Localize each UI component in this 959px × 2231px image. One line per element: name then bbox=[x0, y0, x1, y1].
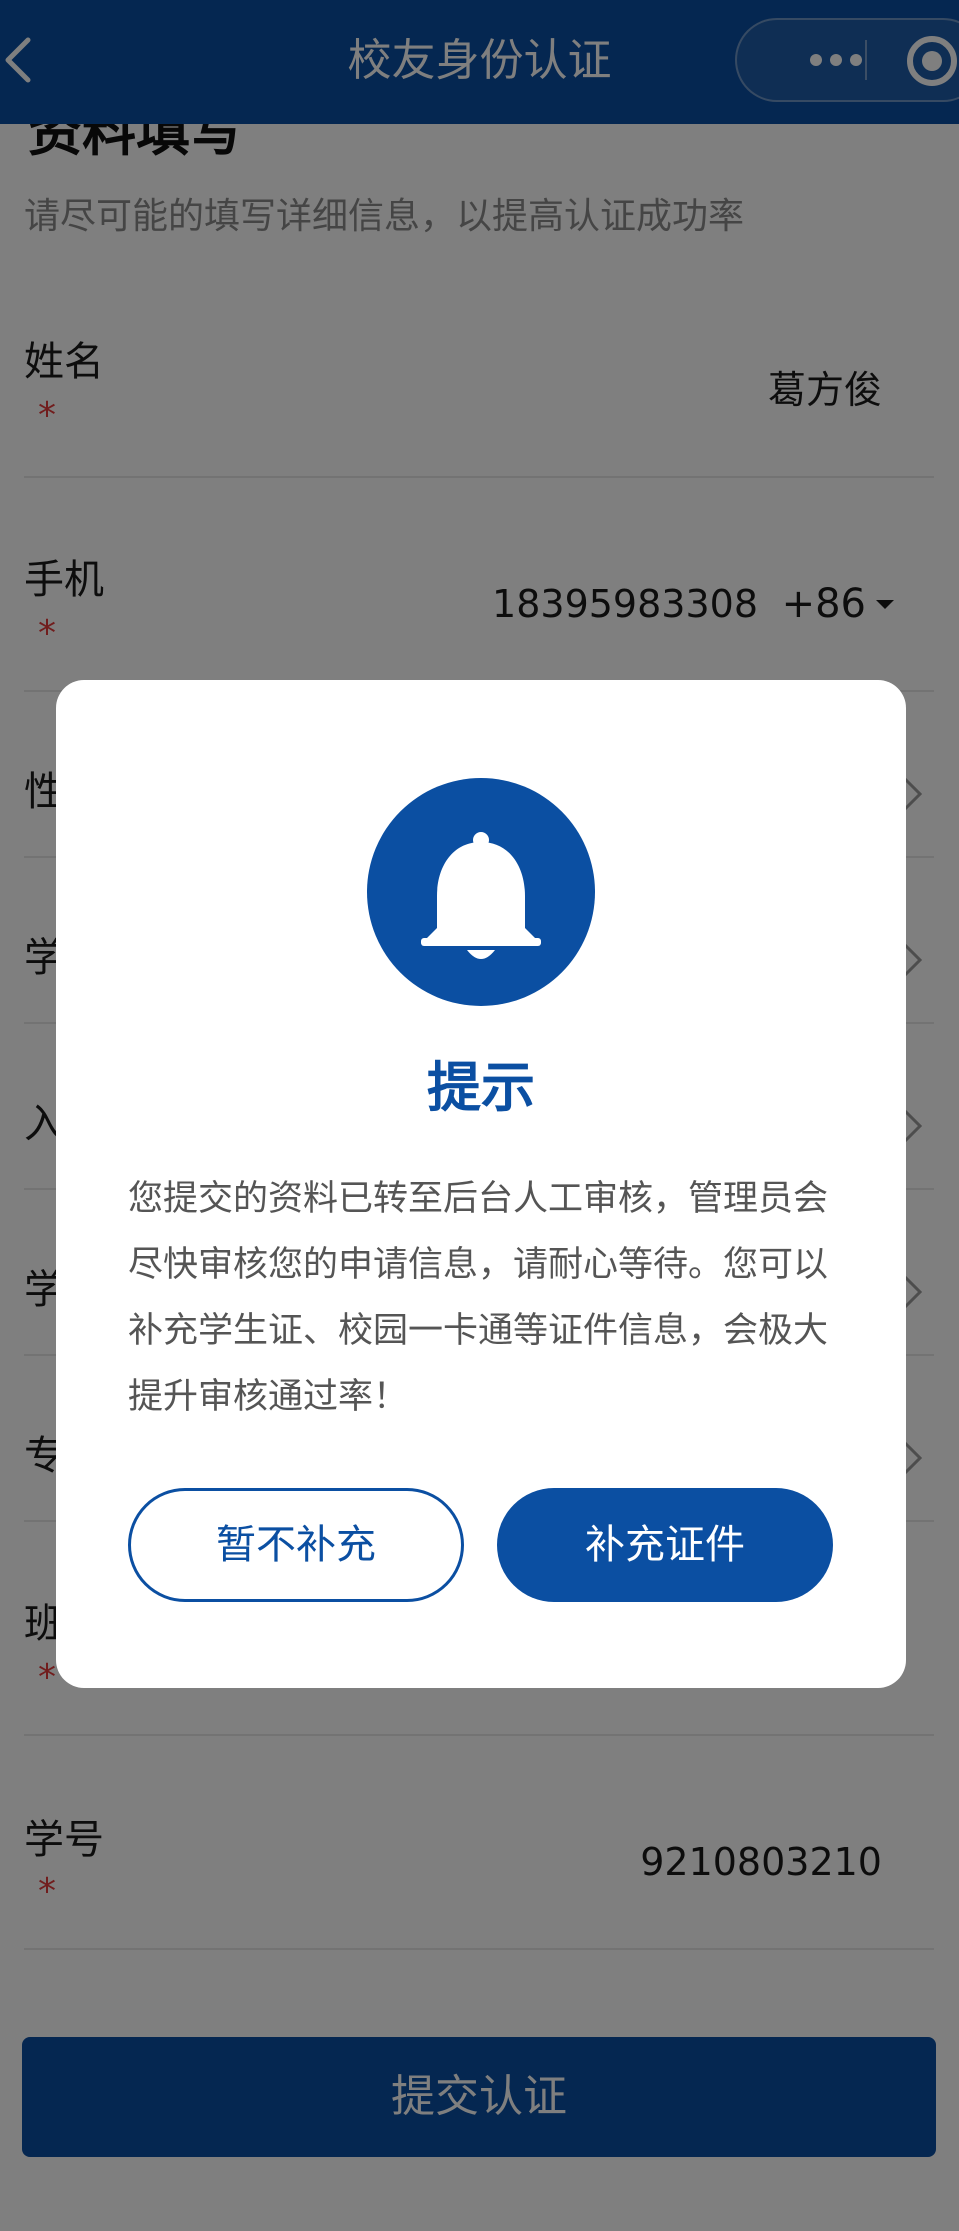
tip-dialog: 提示 您提交的资料已转至后台人工审核，管理员会尽快审核您的申请信息，请耐心等待。… bbox=[56, 680, 906, 1688]
skip-button[interactable]: 暂不补充 bbox=[128, 1488, 464, 1602]
bell-icon bbox=[367, 778, 595, 1006]
dialog-message: 您提交的资料已转至后台人工审核，管理员会尽快审核您的申请信息，请耐心等待。您可以… bbox=[128, 1179, 829, 1417]
dialog-title: 提示 bbox=[427, 1056, 535, 1119]
supplement-documents-button[interactable]: 补充证件 bbox=[497, 1488, 833, 1602]
